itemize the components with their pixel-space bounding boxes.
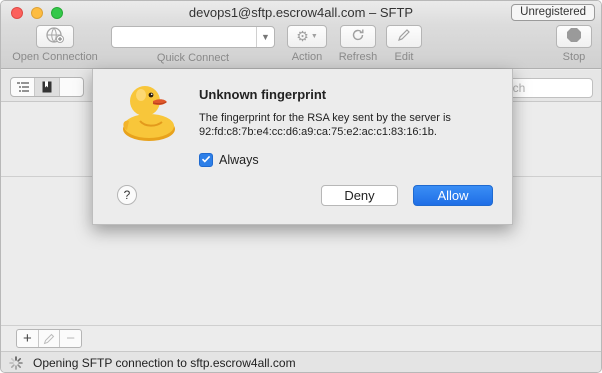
chevron-down-icon: ▼ <box>310 33 318 40</box>
action-button[interactable]: ⚙ ▼ <box>287 25 327 48</box>
stop-item[interactable]: Stop <box>554 25 594 63</box>
pencil-icon <box>39 333 60 345</box>
stop-label: Stop <box>562 51 586 63</box>
view-history-toggle[interactable] <box>60 78 83 96</box>
dialog-title: Unknown fingerprint <box>199 87 327 102</box>
status-bar: Opening SFTP connection to sftp.escrow4a… <box>1 351 601 372</box>
refresh-item[interactable]: Refresh <box>337 25 379 63</box>
status-text: Opening SFTP connection to sftp.escrow4a… <box>33 356 296 370</box>
view-mode-control[interactable] <box>10 77 84 97</box>
open-connection-button[interactable] <box>36 25 74 48</box>
toolbar: Open Connection ▼ Quick Connect ⚙ ▼ Acti… <box>1 25 601 69</box>
allow-button[interactable]: Allow <box>413 185 493 206</box>
open-connection-item[interactable]: Open Connection <box>9 25 101 63</box>
action-item[interactable]: ⚙ ▼ Action <box>285 25 329 63</box>
checkmark-icon <box>201 153 211 167</box>
fingerprint-dialog: Unknown fingerprint The fingerprint for … <box>92 69 513 225</box>
refresh-icon <box>351 28 365 45</box>
always-checkbox[interactable] <box>199 153 213 167</box>
edit-button[interactable] <box>386 25 422 48</box>
remove-bookmark-button[interactable]: − <box>60 330 81 347</box>
dialog-message: The fingerprint for the RSA key sent by … <box>199 111 499 139</box>
stop-button[interactable] <box>556 25 592 48</box>
open-connection-label: Open Connection <box>12 51 98 63</box>
edit-label: Edit <box>394 51 414 63</box>
action-label: Action <box>291 51 323 63</box>
outline-list-icon <box>11 82 34 92</box>
quick-connect-label: Quick Connect <box>156 52 230 64</box>
activity-spinner-icon <box>9 356 23 370</box>
add-bookmark-button[interactable]: + <box>17 330 39 347</box>
view-bookmarks-toggle[interactable] <box>35 78 60 96</box>
always-checkbox-row[interactable]: Always <box>199 152 259 168</box>
globe-plus-icon <box>46 26 64 47</box>
fingerprint-value: 92:fd:c8:7b:e4:cc:d6:a9:ca:75:e2:ac:c1:8… <box>199 126 437 138</box>
refresh-button[interactable] <box>340 25 376 48</box>
bookmark-book-icon <box>35 81 58 93</box>
bookmark-action-buttons: + − <box>16 329 82 348</box>
quick-connect-combo[interactable]: ▼ <box>111 26 275 48</box>
edit-bookmark-button[interactable] <box>39 330 61 347</box>
always-checkbox-label[interactable]: Always <box>219 153 259 167</box>
gear-icon: ⚙ <box>296 28 309 44</box>
quick-connect-item[interactable]: ▼ Quick Connect <box>110 25 276 64</box>
pencil-icon <box>397 28 411 45</box>
help-button[interactable]: ? <box>117 185 137 205</box>
sftp-window: devops1@sftp.escrow4all.com – SFTP Unreg… <box>0 0 602 373</box>
deny-button[interactable]: Deny <box>321 185 398 206</box>
refresh-label: Refresh <box>338 51 378 63</box>
bookmark-actions-bar: + − <box>1 325 601 350</box>
edit-item[interactable]: Edit <box>385 25 423 63</box>
view-browser-toggle[interactable] <box>11 78 36 96</box>
chevron-down-icon[interactable]: ▼ <box>256 27 274 47</box>
dialog-message-line: The fingerprint for the RSA key sent by … <box>199 112 451 124</box>
stop-icon <box>566 27 582 46</box>
unregistered-badge[interactable]: Unregistered <box>511 4 595 21</box>
cyberduck-logo <box>115 77 179 143</box>
title-bar: devops1@sftp.escrow4all.com – SFTP Unreg… <box>1 1 601 25</box>
